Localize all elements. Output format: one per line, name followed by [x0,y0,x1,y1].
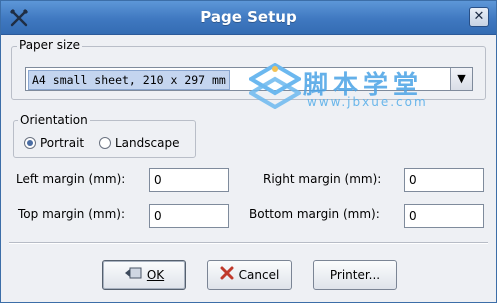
window-title: Page Setup [200,8,297,26]
ok-check-icon [124,266,142,284]
left-margin-label: Left margin (mm): [16,172,126,186]
bottom-margin-input[interactable]: 0 [404,204,484,228]
radio-checked-icon[interactable] [24,137,36,149]
printer-button[interactable]: Printer... [313,260,397,290]
paper-size-select[interactable]: A4 small sheet, 210 x 297 mm ▼ [25,67,473,91]
separator [9,242,488,244]
radio-portrait[interactable]: Portrait [24,136,84,150]
radio-portrait-label: Portrait [40,136,85,150]
chevron-down-icon[interactable]: ▼ [450,68,472,90]
left-margin-input[interactable]: 0 [149,168,229,192]
cancel-x-icon [220,266,234,284]
close-icon: ✕ [473,9,485,24]
radio-landscape[interactable]: Landscape [99,136,179,150]
page-setup-dialog: Page Setup ✕ Paper size A4 small sheet, … [0,0,497,303]
paper-size-value: A4 small sheet, 210 x 297 mm [28,70,230,90]
top-margin-label: Top margin (mm): [18,207,125,221]
radio-unchecked-icon[interactable] [99,137,111,149]
ok-label: OK [146,268,165,282]
cancel-button[interactable]: Cancel [207,260,292,290]
title-bar[interactable]: Page Setup ✕ [1,1,496,35]
radio-landscape-label: Landscape [115,136,180,150]
cancel-label: Cancel [238,268,280,282]
top-margin-input[interactable]: 0 [149,204,229,228]
paper-size-label: Paper size [17,38,83,52]
ok-button[interactable]: OK [102,260,186,290]
orientation-label: Orientation [18,113,90,127]
bottom-margin-label: Bottom margin (mm): [249,207,380,221]
printer-label: Printer... [329,268,381,282]
dialog-content: Paper size A4 small sheet, 210 x 297 mm … [1,35,496,302]
right-margin-input[interactable]: 0 [404,168,484,192]
close-button[interactable]: ✕ [469,7,489,27]
right-margin-label: Right margin (mm): [263,172,382,186]
